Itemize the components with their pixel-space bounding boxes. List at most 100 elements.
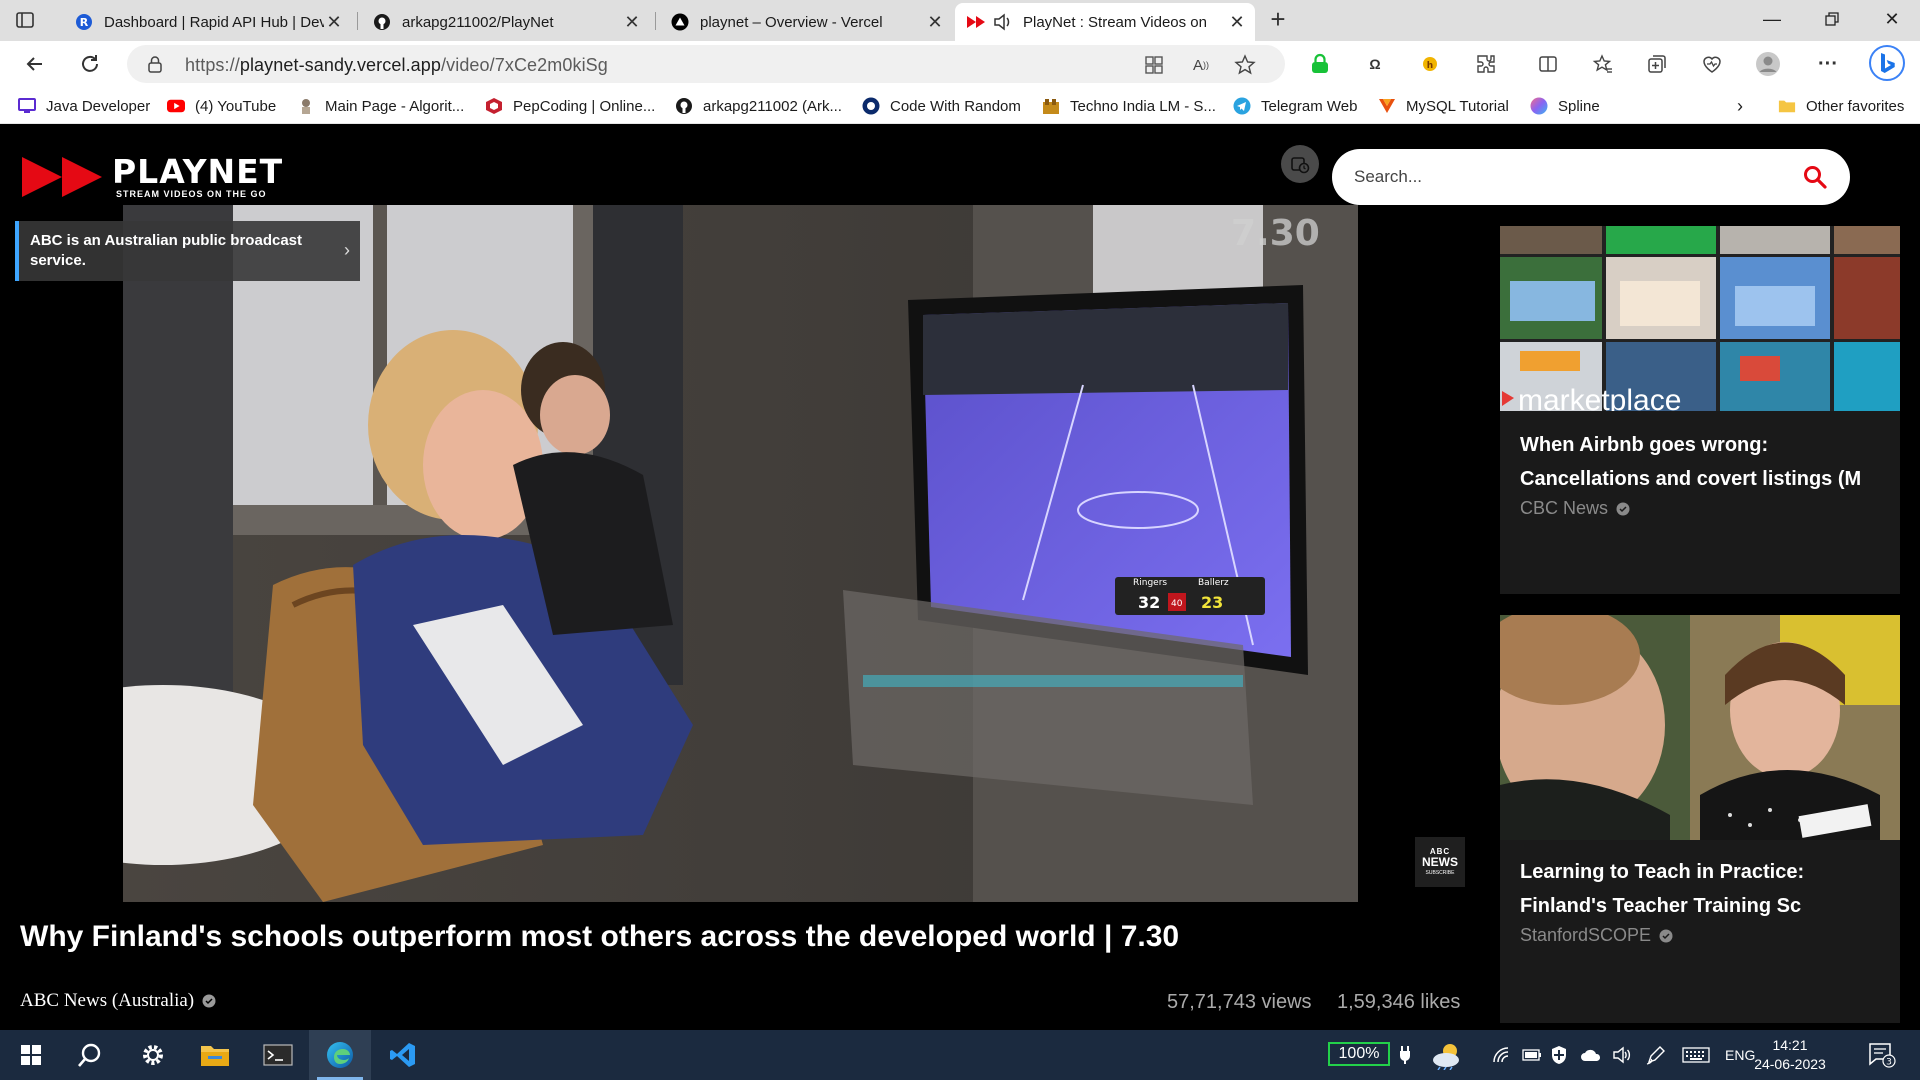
security-shield-icon[interactable] — [1550, 1030, 1568, 1080]
profile-avatar[interactable] — [1753, 49, 1783, 79]
search-icon[interactable] — [59, 1030, 121, 1080]
new-tab-button[interactable]: + — [1265, 6, 1291, 33]
terminal-icon[interactable] — [247, 1030, 309, 1080]
browser-essentials-icon[interactable] — [1697, 49, 1727, 79]
url-text[interactable]: https://playnet-sandy.vercel.app/video/7… — [185, 55, 608, 76]
favorite-label: PepCoding | Online... — [513, 97, 656, 115]
address-bar[interactable]: https://playnet-sandy.vercel.app/video/7… — [127, 45, 1285, 83]
back-button[interactable] — [20, 49, 50, 79]
algorithms-icon — [297, 97, 315, 115]
edge-icon[interactable] — [309, 1030, 371, 1080]
favorite-mysql-tutorial[interactable]: MySQL Tutorial — [1378, 95, 1509, 117]
start-icon[interactable] — [0, 1030, 62, 1080]
extension-honey-icon[interactable]: h — [1415, 49, 1445, 79]
vpn-extension-icon[interactable] — [1305, 49, 1335, 79]
video-player[interactable]: Ringers Ballerz 32 40 23 7.30 ABC is an … — [0, 205, 1465, 902]
notifications-icon[interactable]: 3 — [1868, 1030, 1896, 1080]
search-icon[interactable] — [1802, 164, 1828, 190]
related-video-thumbnail[interactable] — [1500, 615, 1900, 840]
extensions-icon[interactable] — [1471, 49, 1501, 79]
favorite-telegram[interactable]: Telegram Web — [1233, 95, 1357, 117]
related-video-channel-row[interactable]: StanfordSCOPE — [1520, 925, 1673, 946]
refresh-button[interactable] — [75, 49, 105, 79]
bing-chat-icon[interactable] — [1867, 43, 1907, 83]
power-plug-icon[interactable] — [1398, 1030, 1412, 1080]
wifi-icon[interactable] — [1492, 1030, 1510, 1080]
favorites-bar: Java Developer (4) YouTube Main Page - A… — [0, 86, 1920, 124]
favorite-pepcoding[interactable]: PepCoding | Online... — [485, 95, 655, 117]
related-video-channel-row[interactable]: CBC News — [1520, 498, 1630, 519]
favorite-youtube[interactable]: (4) YouTube — [167, 95, 276, 117]
volume-icon[interactable] — [1612, 1030, 1632, 1080]
mysql-icon — [1378, 97, 1396, 115]
speaker-icon[interactable] — [993, 12, 1013, 32]
related-video-card[interactable]: Learning to Teach in Practice: Finland's… — [1500, 615, 1900, 1023]
file-explorer-icon[interactable] — [184, 1030, 246, 1080]
close-window-button[interactable]: ✕ — [1864, 0, 1920, 38]
tab-title: PlayNet : Stream Videos on — [1023, 13, 1207, 31]
tab-rapidapi[interactable]: R Dashboard | Rapid API Hub | Dev ✕ — [62, 3, 352, 41]
related-video-card[interactable]: marketplace When Airbnb goes wrong: Canc… — [1500, 226, 1900, 594]
split-screen-icon[interactable] — [1533, 49, 1563, 79]
favorite-label: Code With Random — [890, 97, 1021, 115]
tab-vercel[interactable]: playnet – Overview - Vercel ✕ — [658, 3, 953, 41]
favorite-star-icon[interactable] — [1234, 54, 1256, 76]
channel-name-row[interactable]: ABC News (Australia) — [20, 990, 216, 1012]
playnet-icon — [967, 12, 987, 32]
tab-close-icon[interactable]: ✕ — [324, 12, 344, 32]
favorite-label: arkapg211002 (Ark... — [703, 97, 842, 115]
tab-actions-icon[interactable] — [14, 9, 36, 31]
favorite-spline[interactable]: Spline — [1530, 95, 1600, 117]
system-clock[interactable]: 14:21 24-06-2023 — [1750, 1036, 1830, 1074]
channel-info-card[interactable]: ABC is an Australian public broadcast se… — [15, 221, 360, 281]
svg-text:h: h — [1427, 61, 1433, 71]
related-video-title[interactable]: Learning to Teach in Practice: Finland's… — [1520, 855, 1890, 923]
browser-tab-strip: R Dashboard | Rapid API Hub | Dev ✕ arka… — [0, 0, 1920, 41]
thumbnail-image: marketplace — [1500, 226, 1900, 411]
video-still-image: Ringers Ballerz 32 40 23 7.30 — [123, 205, 1358, 902]
lock-icon[interactable] — [147, 55, 163, 78]
playnet-logo[interactable]: PLAYNET STREAM VIDEOS ON THE GO — [22, 153, 283, 201]
chevron-right-icon[interactable]: › — [344, 240, 350, 260]
favorite-algorithms[interactable]: Main Page - Algorit... — [297, 95, 464, 117]
tab-close-icon[interactable]: ✕ — [1227, 12, 1247, 32]
favorite-label: Main Page - Algorit... — [325, 97, 465, 115]
vscode-icon[interactable] — [372, 1030, 434, 1080]
weather-icon[interactable] — [1430, 1030, 1466, 1080]
battery-tray-icon[interactable] — [1522, 1030, 1542, 1080]
related-video-title[interactable]: When Airbnb goes wrong: Cancellations an… — [1520, 428, 1890, 496]
tab-close-icon[interactable]: ✕ — [925, 12, 945, 32]
settings-icon[interactable] — [122, 1030, 184, 1080]
favorite-java-developer[interactable]: Java Developer — [18, 95, 150, 117]
tab-playnet-active[interactable]: PlayNet : Stream Videos on ✕ — [955, 3, 1255, 41]
settings-more-icon[interactable]: ··· — [1813, 49, 1843, 79]
app-available-icon[interactable] — [1143, 54, 1165, 76]
pen-icon[interactable] — [1645, 1030, 1667, 1080]
minimize-button[interactable]: — — [1744, 0, 1800, 38]
other-favorites[interactable]: Other favorites — [1778, 95, 1904, 117]
restore-button[interactable] — [1804, 0, 1860, 38]
abc-news-badge[interactable]: ABC NEWS SUBSCRIBE — [1415, 837, 1465, 887]
favorite-techno-india[interactable]: Techno India LM - S... — [1042, 95, 1216, 117]
github-icon — [675, 97, 693, 115]
theme-toggle-button[interactable] — [1281, 145, 1319, 183]
battery-indicator[interactable]: 100% — [1328, 1042, 1390, 1066]
scoreboard-left-team: Ringers — [1133, 578, 1167, 588]
tab-close-icon[interactable]: ✕ — [622, 12, 642, 32]
read-aloud-icon[interactable]: A)) — [1190, 54, 1212, 76]
favorite-label: Techno India LM - S... — [1070, 97, 1216, 115]
keyboard-icon[interactable] — [1682, 1030, 1710, 1080]
favorites-icon[interactable] — [1588, 49, 1618, 79]
tab-separator — [655, 12, 656, 30]
tab-github[interactable]: arkapg211002/PlayNet ✕ — [360, 3, 650, 41]
collections-icon[interactable] — [1642, 49, 1672, 79]
related-video-thumbnail[interactable]: marketplace — [1500, 226, 1900, 411]
favorite-code-with-random[interactable]: Code With Random — [862, 95, 1021, 117]
onedrive-icon[interactable] — [1580, 1030, 1602, 1080]
extension-omega-icon[interactable]: Ω — [1360, 49, 1390, 79]
search-input[interactable] — [1354, 163, 1774, 191]
video-frame[interactable]: Ringers Ballerz 32 40 23 7.30 — [123, 205, 1358, 902]
favorite-github-profile[interactable]: arkapg211002 (Ark... — [675, 95, 842, 117]
favorites-overflow-chevron-icon[interactable]: › — [1737, 95, 1743, 117]
theme-toggle-icon — [1291, 157, 1310, 174]
